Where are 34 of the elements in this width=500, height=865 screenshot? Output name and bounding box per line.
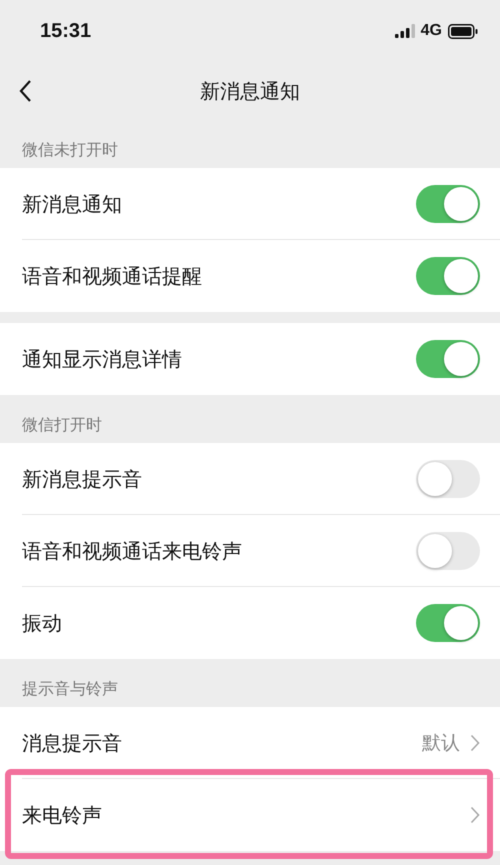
settings-row[interactable]: 语音和视频通话提醒 [0,240,500,312]
settings-row[interactable]: 消息提示音 默认 [0,707,500,779]
row-label: 通知显示消息详情 [22,346,183,372]
toggle-switch[interactable] [416,460,480,498]
row-label: 新消息提示音 [22,466,143,492]
row-label: 振动 [22,610,63,636]
toggle-switch[interactable] [416,340,480,378]
section-header: 微信打开时 [21,414,103,436]
row-value: 默认 [422,731,460,756]
row-label: 消息提示音 [22,730,123,756]
back-icon[interactable] [18,79,32,103]
settings-row[interactable]: 振动 [0,587,500,659]
section-header: 提示音与铃声 [21,678,119,700]
toggle-switch[interactable] [416,532,480,570]
settings-row[interactable]: 新消息通知 [0,168,500,240]
network-label: 4G [420,22,442,40]
settings-row[interactable]: 来电铃声 [0,779,500,851]
row-label: 语音和视频通话提醒 [22,262,203,290]
chevron-icon [470,734,480,752]
battery-icon [448,24,478,38]
settings-row[interactable]: 新消息提示音 [0,443,500,515]
row-label: 新消息通知 [22,190,123,218]
signal-icon [394,24,415,38]
status-time: 15:31 [40,20,92,42]
settings-row[interactable]: 语音和视频通话来电铃声 [0,515,500,587]
toggle-switch[interactable] [416,604,480,642]
row-label: 来电铃声 [22,802,103,828]
row-label: 语音和视频通话来电铃声 [22,538,243,564]
toggle-switch[interactable] [416,257,480,295]
chevron-icon [470,806,480,824]
section-header: 微信未打开时 [21,139,119,161]
settings-row[interactable]: 通知显示消息详情 [0,323,500,395]
page-title: 新消息通知 [200,78,300,104]
toggle-switch[interactable] [416,185,480,223]
